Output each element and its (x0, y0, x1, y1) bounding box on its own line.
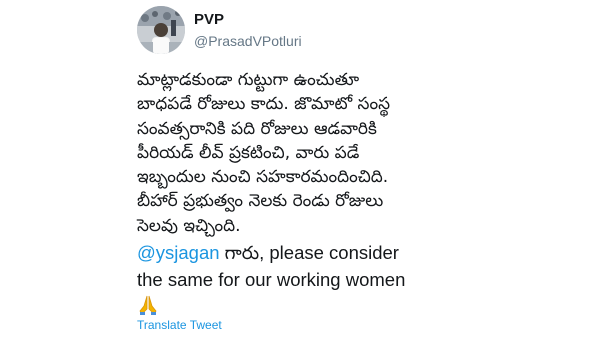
mention-line: @ysjagan గారు, please consider (137, 240, 437, 267)
tweet-text: మాట్లాడకుండా గుట్టుగా ఉంచుతూ బాధపడే రోజు… (137, 68, 437, 318)
tweet-text-line: సెలవు ఇచ్చింది. (137, 215, 241, 236)
tweet-english-text: @ysjagan గారు, please consider the same … (137, 240, 437, 293)
avatar[interactable] (137, 6, 185, 54)
translate-tweet-link[interactable]: Translate Tweet (137, 318, 222, 332)
tweet-text-line: the same for our working women (137, 268, 406, 290)
folded-hands-icon (137, 294, 437, 318)
author-handle[interactable]: @PrasadVPotluri (194, 33, 302, 49)
folded-hands-emoji (139, 295, 157, 316)
tweet-card: PVP @PrasadVPotluri మాట్లాడకుండా గుట్టుగ… (0, 0, 600, 338)
tweet-text-line: బాధపడే రోజులు కాదు. జొమాటో సంస్థ (137, 94, 391, 115)
tweet-text-line: పీరియడ్ లీవ్ ప్రకటించి, వారు పడే (137, 142, 360, 163)
user-avatar-photo-icon (137, 6, 185, 54)
mention-suffix: గారు, please consider (219, 242, 399, 264)
tweet-text-line: ఇబ్బందుల నుంచి సహకారమందించిది. (137, 167, 389, 188)
tweet-text-line: బీహార్ ప్రభుత్వం నెలకు రెండు రోజులు (137, 191, 384, 212)
mention-link[interactable]: @ysjagan (137, 242, 220, 263)
author-display-name[interactable]: PVP (194, 11, 224, 28)
tweet-text-line: సంవత్సరానికి పది రోజులు ఆడవారికి (137, 118, 377, 139)
tweet-text-line: మాట్లాడకుండా గుట్టుగా ఉంచుతూ (137, 70, 360, 90)
